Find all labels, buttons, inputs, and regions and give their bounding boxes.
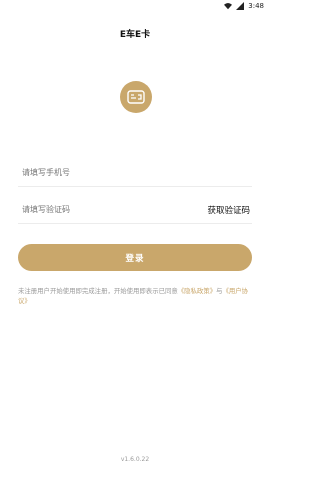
card-logo-icon — [127, 90, 145, 104]
privacy-policy-link[interactable]: 《隐私政策》 — [178, 287, 216, 295]
status-bar: 3:48 — [0, 0, 270, 12]
verification-code-input[interactable] — [18, 205, 168, 214]
code-field-row: 获取验证码 — [18, 196, 252, 224]
get-code-button[interactable]: 获取验证码 — [207, 204, 252, 216]
app-version: v1.6.0.22 — [120, 456, 150, 463]
page-title: E车E卡 — [119, 30, 151, 40]
signal-icon — [236, 2, 245, 10]
agreement-text: 未注册用户开始使用即完成注册，开始使用即表示已同意《隐私政策》与《用户协议》 — [18, 286, 254, 306]
agreement-prefix: 未注册用户开始使用即完成注册，开始使用即表示已同意 — [18, 287, 178, 295]
wifi-icon — [224, 2, 233, 10]
phone-field-row — [18, 159, 252, 187]
phone-input[interactable] — [18, 168, 168, 177]
app-logo — [120, 81, 152, 113]
login-button[interactable]: 登录 — [18, 244, 252, 271]
status-time: 3:48 — [248, 2, 264, 10]
